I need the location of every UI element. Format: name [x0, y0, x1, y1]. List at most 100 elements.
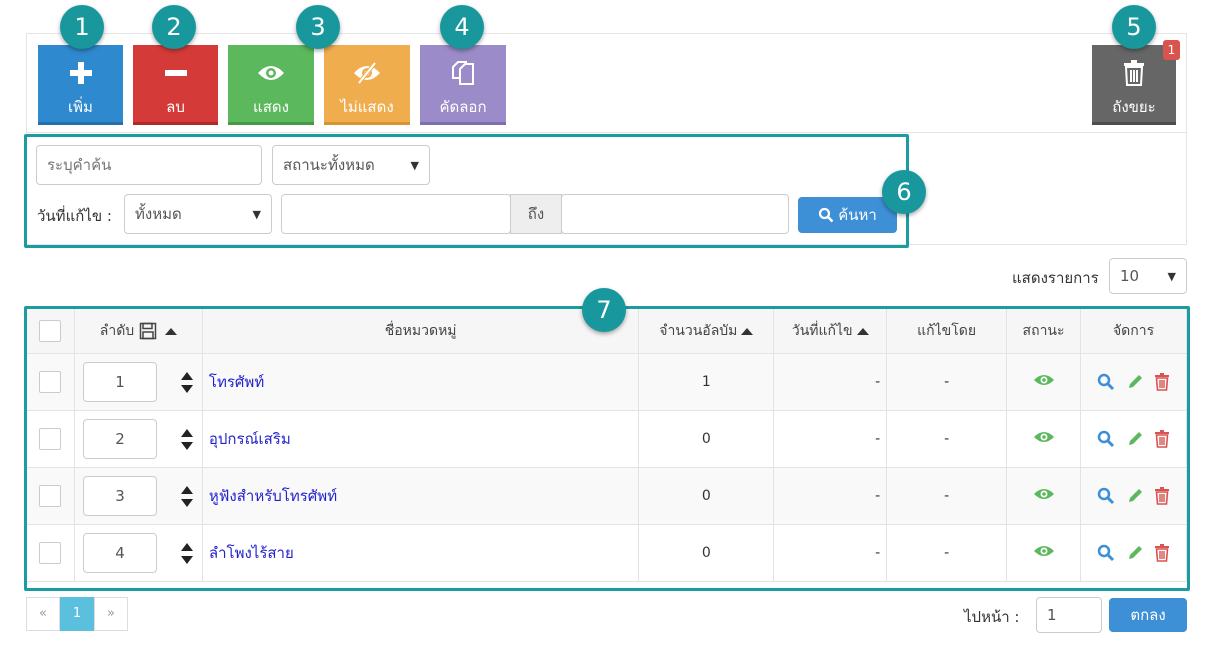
move-arrows[interactable] [181, 428, 194, 450]
manage-header-label: จัดการ [1112, 323, 1155, 339]
arrow-up-icon[interactable] [181, 542, 194, 551]
order-input[interactable]: 3 [82, 476, 157, 516]
move-arrows[interactable] [181, 485, 194, 507]
delete-icon[interactable] [1154, 373, 1170, 391]
goto-page-input[interactable] [1036, 597, 1102, 633]
arrow-down-icon[interactable] [181, 555, 194, 564]
manage-header: จัดการ [1080, 308, 1187, 354]
view-icon[interactable] [1097, 487, 1115, 505]
albums-header-label: จำนวนอัลบัม [659, 323, 738, 339]
add-button[interactable]: เพิ่ม [38, 45, 123, 125]
delete-icon[interactable] [1154, 430, 1170, 448]
row-checkbox[interactable] [39, 428, 62, 450]
delete-button[interactable]: ลบ [133, 45, 218, 125]
category-link[interactable]: โทรศัพท์ [209, 373, 264, 391]
trash-count-badge: 1 [1163, 40, 1180, 60]
copy-button[interactable]: คัดลอก [420, 45, 506, 125]
row-status-cell [1006, 410, 1082, 468]
albums-header[interactable]: จำนวนอัลบัม [638, 308, 775, 354]
table-row: 3 หูฟังสำหรับโทรศัพท์ 0 - - [26, 467, 1187, 525]
table-row: 2 อุปกรณ์เสริม 0 - - [26, 410, 1187, 468]
toolbar-divider [26, 132, 1187, 133]
plus-icon [38, 55, 123, 91]
category-link[interactable]: อุปกรณ์เสริม [209, 430, 291, 448]
sort-asc-icon[interactable] [165, 327, 178, 335]
add-button-label: เพิ่ม [68, 98, 93, 116]
pagination-next[interactable]: » [94, 597, 128, 631]
date-select-value: ทั้งหมด [135, 205, 182, 223]
view-icon[interactable] [1097, 544, 1115, 562]
edit-icon[interactable] [1126, 544, 1144, 562]
delete-icon[interactable] [1154, 487, 1170, 505]
order-input[interactable]: 2 [82, 419, 157, 459]
show-button[interactable]: แสดง [228, 45, 314, 125]
modified-header[interactable]: วันที่แก้ไข [773, 308, 888, 354]
view-icon[interactable] [1097, 430, 1115, 448]
date-from-input[interactable] [281, 194, 511, 234]
save-icon[interactable] [139, 322, 157, 340]
row-select-cell [26, 467, 75, 525]
copy-icon [420, 55, 506, 91]
row-albums-cell: 1 [638, 353, 775, 411]
date-to-label: ถึง [510, 194, 562, 234]
callout-4: 4 [440, 5, 484, 49]
eye-icon[interactable] [1033, 544, 1055, 558]
select-all-checkbox[interactable] [39, 320, 62, 342]
row-actions-cell [1080, 410, 1187, 468]
arrow-down-icon[interactable] [181, 384, 194, 393]
status-header-label: สถานะ [1022, 323, 1065, 339]
row-checkbox[interactable] [39, 485, 62, 507]
order-input[interactable]: 1 [82, 362, 157, 402]
row-actions-cell [1080, 524, 1187, 582]
eye-icon[interactable] [1033, 430, 1055, 444]
arrow-up-icon[interactable] [181, 428, 194, 437]
row-albums-cell: 0 [638, 410, 775, 468]
order-input[interactable]: 4 [82, 533, 157, 573]
view-icon[interactable] [1097, 373, 1115, 391]
move-arrows[interactable] [181, 371, 194, 393]
arrow-down-icon[interactable] [181, 441, 194, 450]
caret-down-icon: ▼ [252, 207, 261, 221]
callout-1: 1 [60, 5, 104, 49]
eye-icon[interactable] [1033, 373, 1055, 387]
pagination-page-current[interactable]: 1 [60, 597, 94, 631]
edit-icon[interactable] [1126, 487, 1144, 505]
date-range-select[interactable]: ทั้งหมด ▼ [124, 194, 272, 234]
eye-icon [228, 55, 314, 91]
show-button-label: แสดง [253, 98, 289, 116]
row-modified-cell: - [773, 410, 888, 468]
row-modified-by-cell: - [886, 524, 1008, 582]
modified-by-header-label: แก้ไขโดย [917, 323, 977, 339]
date-filter-label: วันที่แก้ไข : [37, 207, 112, 225]
table-row: 1 โทรศัพท์ 1 - - [26, 353, 1187, 411]
delete-button-label: ลบ [166, 98, 185, 116]
eye-icon[interactable] [1033, 487, 1055, 501]
date-to-input[interactable] [561, 194, 789, 234]
goto-ok-button[interactable]: ตกลง [1109, 598, 1187, 632]
row-status-cell [1006, 524, 1082, 582]
edit-icon[interactable] [1126, 373, 1144, 391]
name-header[interactable]: ชื่อหมวดหมู่ [201, 308, 640, 354]
arrow-up-icon[interactable] [181, 371, 194, 380]
order-header-label: ลำดับ [99, 323, 135, 339]
row-status-cell [1006, 467, 1082, 525]
eye-slash-icon [324, 55, 410, 91]
hide-button[interactable]: ไม่แสดง [324, 45, 410, 125]
search-input[interactable] [36, 145, 262, 185]
pagination-prev[interactable]: « [26, 597, 60, 631]
edit-icon[interactable] [1126, 430, 1144, 448]
category-link[interactable]: หูฟังสำหรับโทรศัพท์ [209, 487, 337, 505]
row-checkbox[interactable] [39, 542, 62, 564]
perpage-select[interactable]: 10 ▼ [1109, 258, 1187, 294]
search-button[interactable]: ค้นหา [798, 197, 897, 233]
category-table: ลำดับ ชื่อหมวดหมู่ จำนวนอัลบัม วันที่แก้… [26, 308, 1187, 582]
category-link[interactable]: ลำโพงไร้สาย [209, 544, 294, 562]
order-header[interactable]: ลำดับ [73, 308, 203, 354]
row-select-cell [26, 410, 75, 468]
move-arrows[interactable] [181, 542, 194, 564]
status-select[interactable]: สถานะทั้งหมด ▼ [272, 145, 430, 185]
arrow-up-icon[interactable] [181, 485, 194, 494]
arrow-down-icon[interactable] [181, 498, 194, 507]
row-checkbox[interactable] [39, 371, 62, 393]
delete-icon[interactable] [1154, 544, 1170, 562]
